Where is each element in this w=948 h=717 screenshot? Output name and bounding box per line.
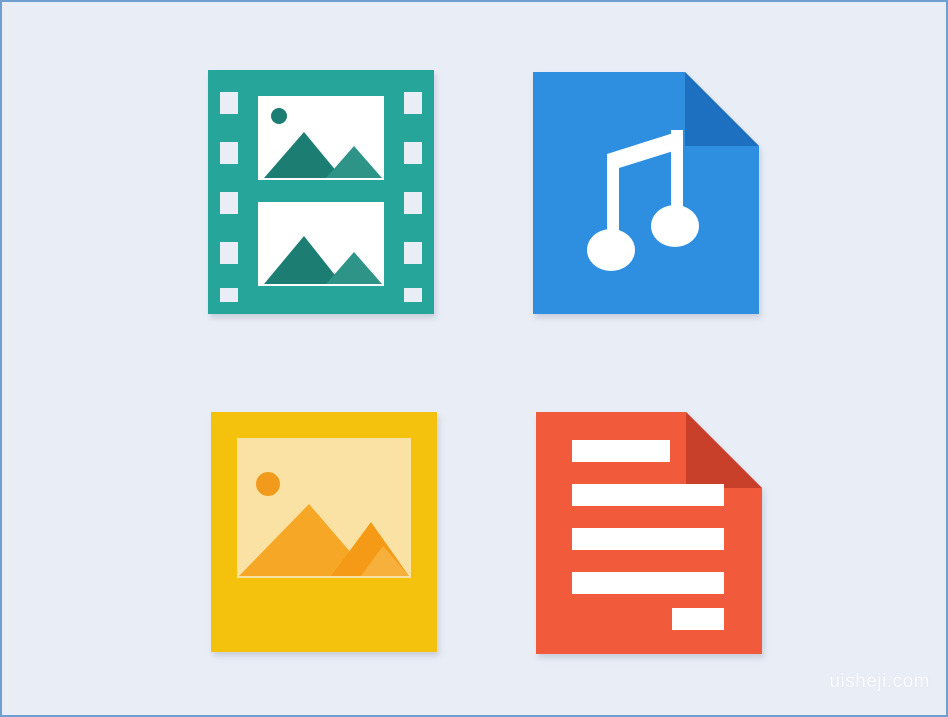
document-text-icon[interactable] xyxy=(536,412,762,654)
icon-grid-panel: uisheji.com xyxy=(0,0,948,717)
music-note-icon[interactable] xyxy=(533,72,759,314)
watermark-text: uisheji.com xyxy=(829,671,930,692)
film-strip-icon[interactable] xyxy=(208,70,434,314)
image-picture-icon[interactable] xyxy=(211,412,437,652)
